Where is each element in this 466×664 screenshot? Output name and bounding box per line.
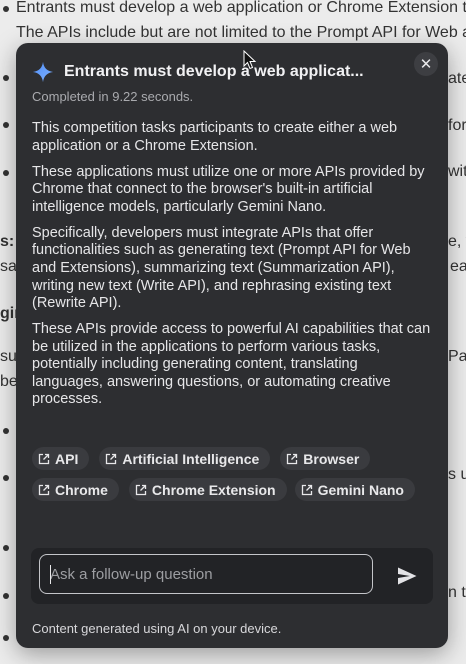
tag-chrome-extension[interactable]: Chrome Extension: [128, 478, 287, 501]
panel-header: Entrants must develop a web applicat...: [32, 61, 392, 83]
tag-artificial-intelligence[interactable]: Artificial Intelligence: [99, 447, 271, 470]
external-link-icon: [135, 484, 147, 495]
summary-paragraph: These applications must utilize one or m…: [32, 163, 425, 215]
followup-bar: [31, 548, 433, 604]
bullet: [3, 475, 9, 481]
summary-paragraph: This competition tasks participants to c…: [32, 120, 398, 154]
background-text-fragment: s us: [448, 466, 466, 483]
tag-browser[interactable]: Browser: [280, 447, 371, 470]
bullet: [3, 428, 9, 434]
bullet: [3, 170, 9, 176]
bullet: [3, 75, 9, 81]
background-text-fragment: Par: [448, 348, 466, 365]
tag-label: Browser: [303, 450, 360, 467]
background-text-fragment: for: [448, 117, 466, 134]
bullet: [3, 6, 9, 12]
text-caret: [50, 565, 51, 584]
background-text-line: The APIs include but are not limited to …: [16, 24, 466, 41]
background-text-fragment: ea: [450, 258, 466, 275]
external-link-icon: [301, 484, 312, 495]
tag-label: Artificial Intelligence: [122, 450, 260, 467]
tag-api[interactable]: API: [32, 447, 90, 470]
external-link-icon: [106, 453, 117, 464]
close-button[interactable]: ✕: [414, 52, 438, 76]
background-text-line: Entrants must develop a web application …: [16, 0, 466, 16]
bullet: [3, 122, 9, 128]
sparkle-icon: [32, 61, 54, 83]
tag-label: Chrome: [55, 481, 108, 498]
completion-time: Completed in 9.22 seconds.: [32, 89, 194, 104]
close-icon: ✕: [419, 56, 433, 73]
background-text-fragment: e, y: [448, 233, 466, 250]
tag-label: API: [55, 450, 79, 467]
mouse-pointer-icon: [243, 50, 257, 70]
send-icon[interactable]: [395, 564, 419, 588]
background-text-fragment: ate: [448, 70, 466, 87]
external-link-icon: [38, 484, 50, 495]
bullet: [3, 545, 9, 551]
tag-label: Chrome Extension: [151, 481, 276, 498]
followup-input[interactable]: [39, 554, 373, 594]
summary-paragraph: These APIs provide access to powerful AI…: [32, 321, 431, 408]
tag-gemini-nano[interactable]: Gemini Nano: [294, 478, 415, 501]
panel-title: Entrants must develop a web applicat...: [64, 63, 364, 80]
summary-body: This competition tasks participants to c…: [32, 120, 432, 417]
external-link-icon: [38, 453, 50, 464]
background-text-fragment: wit: [448, 163, 466, 180]
topic-tags: API Artificial Intelligence Browser Chro…: [32, 447, 442, 501]
tag-chrome[interactable]: Chrome: [32, 478, 119, 501]
ai-disclaimer: Content generated using AI on your devic…: [32, 621, 282, 636]
bullet: [3, 593, 9, 599]
background-text-fragment: n t: [448, 584, 466, 601]
tag-label: Gemini Nano: [317, 481, 404, 498]
ai-summary-panel: Entrants must develop a web applicat... …: [16, 43, 448, 648]
external-link-icon: [287, 453, 298, 464]
bullet: [3, 635, 9, 641]
summary-paragraph: Specifically, developers must integrate …: [32, 224, 411, 312]
